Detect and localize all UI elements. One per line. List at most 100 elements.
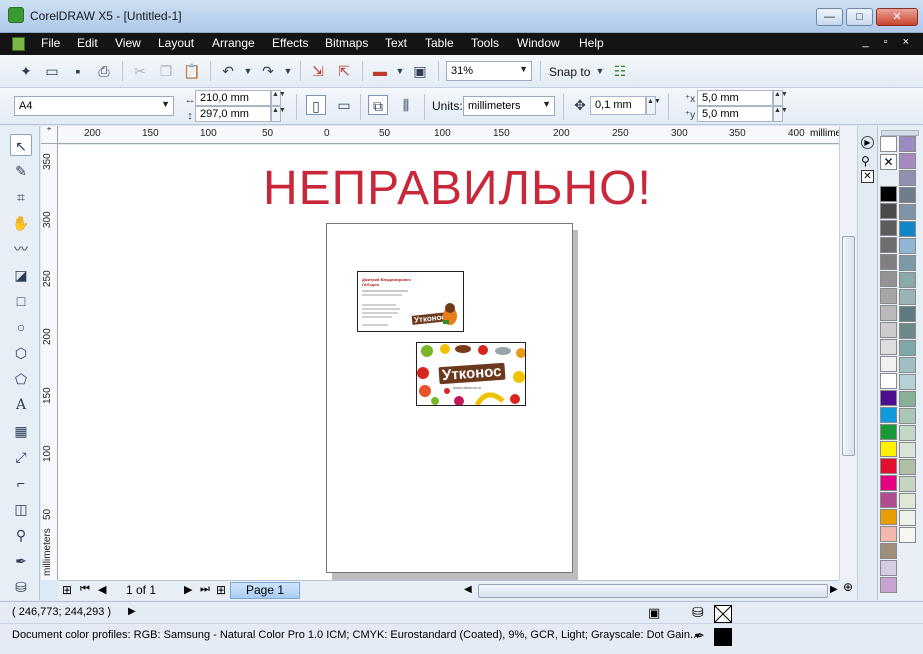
color-swatch[interactable] xyxy=(880,390,897,406)
undo-icon[interactable]: ↶ xyxy=(218,61,238,81)
nudge-distance-field[interactable]: 0,1 mm xyxy=(590,96,646,115)
outline-pen-icon[interactable]: ✒ xyxy=(694,628,705,644)
color-swatch[interactable] xyxy=(899,221,916,237)
document-window-controls[interactable]: _ ▫ × xyxy=(862,36,915,48)
launcher-dropdown-icon[interactable]: ▼ xyxy=(390,61,410,81)
redo-dropdown-icon[interactable]: ▼ xyxy=(278,61,298,81)
last-page-icon[interactable]: ⏭ xyxy=(200,583,210,596)
duplicate-y-spinner[interactable]: ▲▼ xyxy=(773,106,788,122)
ellipse-tool-icon[interactable]: ○ xyxy=(10,316,32,338)
outline-pen-tool-icon[interactable]: ✒ xyxy=(10,550,32,572)
document-color-profiles[interactable]: Document color profiles: RGB: Samsung - … xyxy=(12,629,699,641)
page-width-spinner[interactable]: ▲▼ xyxy=(271,90,286,106)
color-swatch[interactable] xyxy=(880,560,897,576)
color-swatch[interactable] xyxy=(880,492,897,508)
color-swatch[interactable] xyxy=(880,322,897,338)
new-document-icon[interactable]: ✦ xyxy=(16,61,36,81)
color-proof-icon[interactable]: ▣ xyxy=(648,605,660,621)
no-color-icon[interactable]: ✕ xyxy=(861,170,874,183)
snap-to-button[interactable]: Snap to xyxy=(549,65,590,79)
table-tool-icon[interactable]: ▦ xyxy=(10,420,32,442)
no-fill-swatch[interactable]: ✕ xyxy=(880,154,897,170)
redo-icon[interactable]: ↷ xyxy=(258,61,278,81)
menu-text[interactable]: Text xyxy=(385,36,407,50)
color-swatch[interactable] xyxy=(899,493,916,509)
minimize-button[interactable]: — xyxy=(816,8,843,26)
color-swatch[interactable] xyxy=(880,220,897,236)
application-launcher-icon[interactable]: ▬ xyxy=(370,61,390,81)
coreldraw-app-icon[interactable] xyxy=(8,7,24,23)
color-swatch[interactable] xyxy=(899,136,916,152)
color-swatch[interactable] xyxy=(899,255,916,271)
menu-file[interactable]: File xyxy=(41,36,60,50)
page-height-field[interactable]: 297,0 mm xyxy=(195,106,271,122)
snap-to-dropdown-icon[interactable]: ▼ xyxy=(590,61,610,81)
nudge-distance-spinner[interactable]: ▲▼ xyxy=(646,96,661,115)
scroll-right-icon[interactable]: ▶ xyxy=(830,584,838,595)
color-swatch[interactable] xyxy=(899,340,916,356)
landscape-icon[interactable]: ▭ xyxy=(334,95,354,115)
shape-tool-icon[interactable]: ✎ xyxy=(10,160,32,182)
duplicate-distance-y-field[interactable]: 5,0 mm xyxy=(697,106,773,122)
menu-layout[interactable]: Layout xyxy=(158,36,194,50)
vertical-scrollbar-thumb[interactable] xyxy=(842,236,855,456)
text-tool-icon[interactable]: A xyxy=(10,394,32,416)
color-swatch[interactable] xyxy=(899,170,916,186)
color-swatch[interactable] xyxy=(880,237,897,253)
horizontal-ruler[interactable]: 200 150 100 50 0 50 100 150 200 250 300 … xyxy=(58,126,858,144)
business-card-back[interactable]: Дмитрий Владимирович Лебедев Утконос xyxy=(357,271,464,332)
canvas-heading-text[interactable]: НЕПРАВИЛЬНО! xyxy=(263,161,652,216)
page-width-field[interactable]: 210,0 mm xyxy=(195,90,271,106)
connector-tool-icon[interactable]: ⌐ xyxy=(10,472,32,494)
color-swatch[interactable] xyxy=(899,238,916,254)
first-page-icon[interactable]: ⏮ xyxy=(80,583,90,596)
vertical-ruler[interactable]: 350 300 250 200 150 100 50 millimeters xyxy=(41,144,58,580)
polygon-tool-icon[interactable]: ⬡ xyxy=(10,342,32,364)
duplicate-distance-x-field[interactable]: 5,0 mm xyxy=(697,90,773,106)
menu-help[interactable]: Help xyxy=(579,36,604,50)
zoom-level-combo[interactable]: 31% ▼ xyxy=(446,61,532,81)
color-swatch[interactable] xyxy=(880,305,897,321)
interactive-blend-tool-icon[interactable]: ◫ xyxy=(10,498,32,520)
portrait-icon[interactable]: ▯ xyxy=(306,95,326,115)
outline-color-swatch[interactable] xyxy=(714,628,732,646)
fill-color-none-swatch[interactable] xyxy=(714,605,732,623)
all-pages-icon[interactable]: ⧉ xyxy=(368,95,388,115)
menu-edit[interactable]: Edit xyxy=(77,36,98,50)
color-swatch[interactable] xyxy=(899,408,916,424)
color-swatch[interactable] xyxy=(880,271,897,287)
welcome-screen-icon[interactable]: ▣ xyxy=(410,61,430,81)
color-swatch[interactable] xyxy=(880,458,897,474)
copy-icon[interactable]: ❐ xyxy=(156,61,176,81)
color-swatch[interactable] xyxy=(880,254,897,270)
previous-page-icon[interactable]: ◀ xyxy=(98,583,106,596)
units-combo[interactable]: millimeters ▼ xyxy=(463,96,555,116)
palette-menu-icon[interactable] xyxy=(880,136,897,152)
color-swatch[interactable] xyxy=(899,306,916,322)
color-swatch[interactable] xyxy=(880,577,897,593)
color-swatch[interactable] xyxy=(899,187,916,203)
fill-tool-icon[interactable]: ⛁ xyxy=(10,576,32,598)
paste-icon[interactable]: 📋 xyxy=(182,61,202,81)
page-size-combo[interactable]: A4 ▼ xyxy=(14,96,174,116)
menu-bitmaps[interactable]: Bitmaps xyxy=(325,36,368,50)
crop-tool-icon[interactable]: ⌗ xyxy=(10,186,32,208)
color-swatch[interactable] xyxy=(899,374,916,390)
color-swatch[interactable] xyxy=(880,288,897,304)
import-icon[interactable]: ⇲ xyxy=(308,61,328,81)
dimension-tool-icon[interactable]: ⤢ xyxy=(10,446,32,468)
undo-dropdown-icon[interactable]: ▼ xyxy=(238,61,258,81)
save-icon[interactable]: ▪ xyxy=(68,61,88,81)
eyedropper-icon[interactable]: ⚲ xyxy=(861,154,870,168)
color-swatch[interactable] xyxy=(899,357,916,373)
color-swatch[interactable] xyxy=(880,407,897,423)
open-folder-icon[interactable]: ▭ xyxy=(42,61,62,81)
menu-arrange[interactable]: Arrange xyxy=(212,36,255,50)
page-height-spinner[interactable]: ▲▼ xyxy=(271,106,286,122)
options-icon[interactable]: ☷ xyxy=(610,61,630,81)
cut-icon[interactable]: ✂ xyxy=(130,61,150,81)
color-swatch[interactable] xyxy=(899,289,916,305)
current-page-icon[interactable]: ⫼ xyxy=(396,95,416,115)
menu-table[interactable]: Table xyxy=(425,36,454,50)
pick-tool-icon[interactable]: ↖ xyxy=(10,134,32,156)
